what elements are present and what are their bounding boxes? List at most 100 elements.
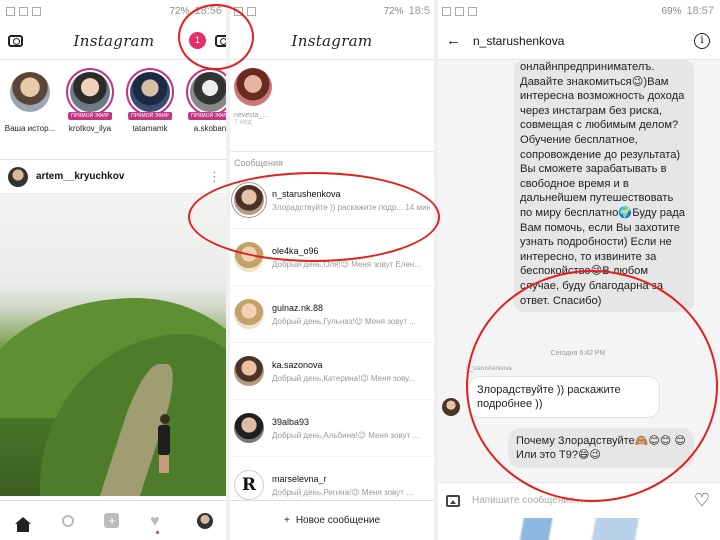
notification-icon bbox=[247, 6, 256, 16]
message-composer: Напишите сообщение... ♡ bbox=[436, 482, 720, 518]
battery-level: 72% bbox=[169, 5, 190, 17]
conversation-item[interactable]: n_starushenkova Злорадствуйте )) раскажит… bbox=[228, 172, 436, 229]
live-badge: ПРЯМОЙ ЭФИР bbox=[68, 112, 112, 120]
avatar bbox=[130, 72, 170, 112]
back-arrow-icon[interactable]: ← bbox=[446, 32, 461, 49]
live-badge: ПРЯМОЙ ЭФИР bbox=[128, 112, 172, 120]
conversation-user: 39alba93 bbox=[272, 416, 310, 427]
status-bar: 72% 18:5 bbox=[228, 0, 436, 22]
avatar bbox=[70, 72, 110, 112]
direct-inbox-screen: 72% 18:5 Instagram nevesta_... 7 нед Соо… bbox=[228, 0, 436, 540]
story-item[interactable]: ПРЯМОЙ ЭФИР a.skoban bbox=[184, 68, 228, 153]
post-avatar[interactable] bbox=[8, 166, 28, 187]
profile-icon[interactable] bbox=[196, 512, 213, 529]
post-photo[interactable] bbox=[0, 194, 228, 496]
message-timestamp: Сегодня 6:42 PM bbox=[550, 350, 606, 357]
notification-icon bbox=[468, 6, 477, 16]
gallery-icon[interactable] bbox=[446, 494, 460, 507]
story-item[interactable]: ПРЯМОЙ ЭФИР krotkov_ilya bbox=[64, 68, 116, 153]
clock: 18:56 bbox=[194, 5, 222, 17]
story-avatar: ПРЯМОЙ ЭФИР bbox=[66, 68, 114, 120]
incoming-message: онлайнпредпринимателъ. Давайте знакомить… bbox=[514, 60, 694, 313]
chat-title[interactable]: n_starushenkova bbox=[473, 34, 564, 48]
story-name: krotkov_ilya bbox=[68, 124, 112, 133]
message-input[interactable]: Напишите сообщение... bbox=[472, 495, 682, 506]
info-icon[interactable]: i bbox=[694, 32, 710, 49]
conversation-user: ka.sazonova bbox=[272, 359, 323, 370]
heart-icon: ♥ bbox=[150, 512, 160, 530]
notification-icon bbox=[6, 6, 15, 16]
story-name: a.skoban bbox=[193, 124, 227, 133]
stories-row: Ваша истор... ПРЯМОЙ ЭФИР krotkov_ilya П… bbox=[0, 60, 228, 160]
panel-divider bbox=[226, 0, 230, 540]
sender-name: n_starushenkova bbox=[466, 366, 512, 372]
battery-level: 72% bbox=[383, 5, 404, 17]
conversation-preview: Добрый день,Альбина!😉 Меня зовут ... bbox=[272, 430, 420, 440]
sender-avatar bbox=[442, 398, 460, 416]
add-post-icon[interactable]: + bbox=[104, 513, 120, 528]
story-item[interactable]: ПРЯМОЙ ЭФИР tatamamk bbox=[124, 68, 176, 153]
story-name: tatamamk bbox=[132, 124, 168, 133]
conversation-user: gulnaz.nk.88 bbox=[272, 302, 324, 313]
chat-header: ← n_starushenkova i bbox=[436, 22, 720, 60]
avatar: R bbox=[234, 470, 264, 500]
conversation-preview: Добрый день,Оля!😉 Меня зовут Елен... bbox=[272, 259, 421, 269]
conversation-user: ole4ka_o96 bbox=[272, 245, 319, 256]
post-header: artem__kryuchkov ⋮ bbox=[0, 160, 228, 194]
story-avatar: ПРЯМОЙ ЭФИР bbox=[126, 68, 174, 120]
photo-person bbox=[158, 414, 172, 474]
avatar bbox=[234, 413, 264, 443]
activity-dot bbox=[156, 530, 160, 534]
conversation-preview: Добрый день,Гульназ!😉 Меня зовут ... bbox=[272, 316, 416, 326]
notification-badge[interactable]: 1 bbox=[189, 32, 206, 49]
status-bar: 72% 18:56 bbox=[0, 0, 228, 22]
story-avatar bbox=[6, 68, 54, 116]
bottom-nav: + ♥ bbox=[0, 500, 228, 540]
conversation-preview-text: Злорадствуйте )) раскажите подр... bbox=[272, 202, 404, 212]
panel-divider bbox=[434, 0, 438, 540]
conversation-user: n_starushenkova bbox=[272, 188, 341, 199]
conversation-user: marselevna_r bbox=[272, 473, 327, 484]
live-badge: ПРЯМОЙ ЭФИР bbox=[188, 112, 228, 120]
conversation-preview: Добрый день,Катерина!😉 Меня зову... bbox=[272, 373, 416, 383]
new-message-button[interactable]: + Новое сообщение bbox=[228, 500, 436, 540]
chat-screen: 69% 18:57 ← n_starushenkova i онлайнпред… bbox=[436, 0, 720, 540]
conversation-time: 14 мин bbox=[405, 202, 430, 212]
battery-level: 69% bbox=[661, 5, 682, 17]
camera-icon[interactable] bbox=[8, 34, 23, 47]
search-icon[interactable] bbox=[61, 514, 74, 527]
story-avatar: ПРЯМОЙ ЭФИР bbox=[186, 68, 228, 120]
notification-icon bbox=[234, 6, 243, 16]
avatar bbox=[234, 242, 264, 272]
avatar bbox=[234, 68, 272, 106]
app-logo: Instagram bbox=[291, 31, 373, 50]
notification-icon bbox=[455, 6, 464, 16]
home-icon[interactable] bbox=[15, 517, 32, 532]
incoming-reply: Злорадствуйте )) раскажите подробнее )) bbox=[468, 376, 660, 418]
conversation-item[interactable]: 39alba93 Добрый день,Альбина!😉 Меня зовут… bbox=[228, 400, 436, 457]
activity-tab[interactable]: ♥ bbox=[150, 512, 166, 534]
outgoing-message: Почему Злорадствуйте🙈😊😊 😊Или это Т9?😄😉 bbox=[508, 428, 694, 468]
conversation-preview: Злорадствуйте )) раскажите подр... 14 ми… bbox=[272, 203, 430, 212]
conversation-item[interactable]: ole4ka_o96 Добрый день,Оля!😉 Меня зовут Е… bbox=[228, 229, 436, 286]
avatar bbox=[10, 72, 50, 112]
conversation-preview: Добрый день,Регина!😉 Меня зовут ... bbox=[272, 487, 413, 497]
conversation-item[interactable]: gulnaz.nk.88 Добрый день,Гульназ!😉 Меня з… bbox=[228, 286, 436, 343]
post-username[interactable]: artem__kryuchkov bbox=[36, 171, 124, 182]
more-options-icon[interactable]: ⋮ bbox=[208, 169, 221, 185]
top-app-bar: Instagram 1 bbox=[0, 22, 228, 60]
decorative-footer bbox=[436, 518, 720, 540]
heart-icon[interactable]: ♡ bbox=[694, 490, 710, 511]
story-name: nevesta_... bbox=[234, 112, 269, 119]
status-bar: 69% 18:57 bbox=[436, 0, 720, 22]
story-age: 7 нед bbox=[234, 119, 252, 126]
story-item[interactable]: nevesta_... 7 нед bbox=[228, 60, 436, 152]
story-item[interactable]: Ваша истор... bbox=[4, 68, 56, 153]
plus-icon: + bbox=[283, 515, 290, 526]
section-title: Сообщения bbox=[234, 158, 283, 168]
story-name: Ваша истор... bbox=[4, 124, 56, 133]
conversation-item[interactable]: ka.sazonova Добрый день,Катерина!😉 Меня з… bbox=[228, 343, 436, 400]
notification-icon bbox=[442, 6, 451, 16]
feed-screen: 72% 18:56 Instagram 1 Ваша истор... ПРЯМ… bbox=[0, 0, 228, 540]
notification-icon bbox=[32, 6, 41, 16]
